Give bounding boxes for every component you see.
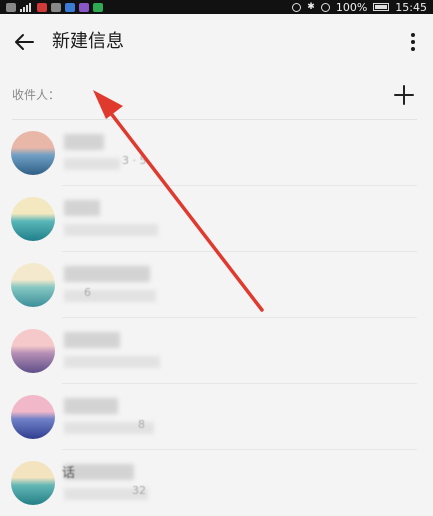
avatar	[11, 395, 55, 439]
back-button[interactable]	[8, 26, 40, 58]
contact-number-fragment: 32	[132, 484, 146, 497]
contact-item[interactable]	[0, 186, 433, 252]
page-title: 新建信息	[52, 31, 124, 52]
contact-number-redacted	[64, 224, 158, 236]
contact-item[interactable]: 3 · 5	[0, 120, 433, 186]
contact-number-redacted	[64, 290, 156, 302]
signal-icon	[20, 2, 31, 12]
more-options-button[interactable]	[403, 26, 423, 58]
battery-percent: 100%	[335, 0, 368, 14]
avatar	[11, 461, 55, 505]
bluetooth-icon: ✱	[307, 2, 315, 12]
avatar	[11, 131, 55, 175]
contact-item[interactable]	[0, 318, 433, 384]
notification-icon	[6, 2, 16, 12]
avatar	[11, 197, 55, 241]
contact-number-fragment: 6	[84, 286, 91, 299]
alarm-icon	[292, 2, 302, 12]
contact-name-redacted	[64, 200, 100, 216]
contact-number-redacted	[64, 356, 160, 368]
recipient-label: 收件人：	[12, 88, 61, 102]
arrow-left-icon	[15, 34, 34, 50]
status-system-icons: ✱ 100% 15:45	[292, 0, 427, 14]
contact-number-redacted	[64, 158, 120, 170]
avatar	[11, 263, 55, 307]
contact-number-fragment: 3 · 5	[122, 154, 147, 167]
avatar	[11, 329, 55, 373]
status-bar: ✱ 100% 15:45	[0, 0, 433, 14]
contact-name-fragment: 话	[62, 466, 76, 481]
more-vertical-icon	[411, 33, 415, 51]
message-icon	[51, 2, 61, 12]
contact-item[interactable]: 6	[0, 252, 433, 318]
app-notification-icon	[79, 2, 89, 12]
contact-name-redacted	[64, 266, 150, 282]
app-notification-icon	[37, 2, 47, 12]
app-notification-icon	[65, 2, 75, 12]
contact-name-redacted	[64, 332, 120, 348]
contact-list: 3 · 5 6 8 话 32	[0, 120, 433, 516]
contact-item[interactable]: 8	[0, 384, 433, 450]
recipient-row: 收件人：	[0, 70, 433, 120]
app-notification-icon	[93, 2, 103, 12]
battery-icon	[373, 3, 390, 11]
contact-number-fragment: 8	[138, 418, 145, 431]
add-recipient-button[interactable]	[389, 80, 419, 110]
contact-name-redacted	[64, 398, 118, 414]
contact-name-redacted	[64, 134, 104, 150]
plus-icon	[394, 85, 414, 105]
clock: 15:45	[395, 0, 427, 14]
contact-item[interactable]: 话 32	[0, 450, 433, 516]
status-notification-icons	[6, 0, 103, 14]
app-header: 新建信息	[0, 14, 433, 70]
recipient-input[interactable]	[70, 82, 374, 108]
wifi-icon	[320, 2, 330, 12]
